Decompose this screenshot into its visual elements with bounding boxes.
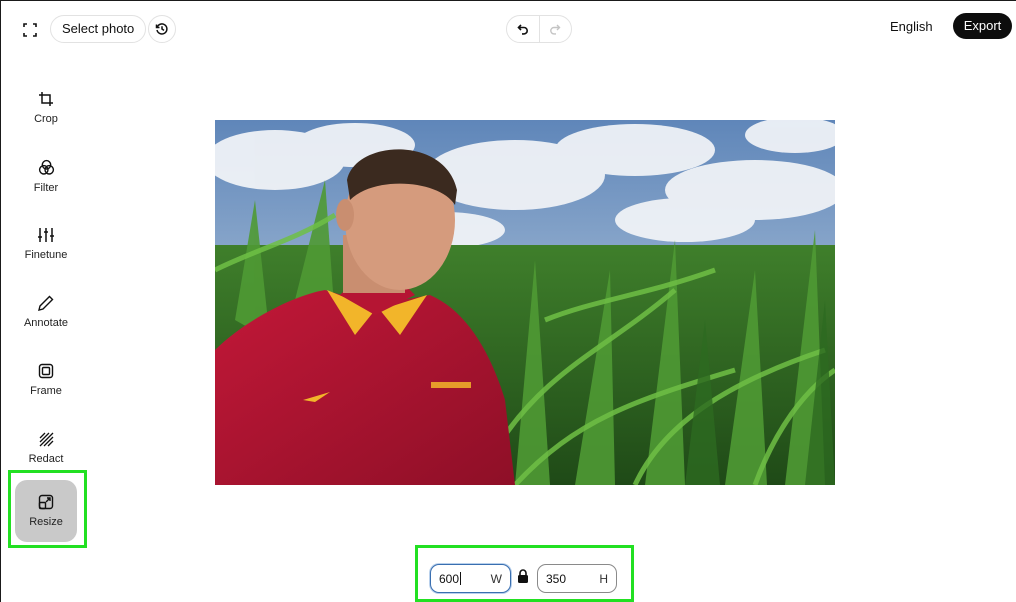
finetune-icon	[38, 227, 54, 243]
redo-button[interactable]	[538, 16, 571, 42]
pencil-icon	[38, 295, 54, 311]
tool-resize-label: Resize	[29, 516, 63, 528]
tool-annotate[interactable]: Annotate	[15, 281, 77, 343]
top-toolbar: Select photo English Export	[0, 0, 1016, 56]
export-button[interactable]: Export	[953, 13, 1012, 39]
tool-finetune[interactable]: Finetune	[15, 213, 77, 275]
frame-icon	[38, 363, 54, 379]
select-photo-button[interactable]: Select photo	[50, 15, 147, 43]
tool-filter[interactable]: Filter	[15, 145, 77, 207]
redo-icon	[549, 23, 561, 35]
width-value: 600	[439, 571, 460, 586]
undo-icon	[517, 23, 529, 35]
redact-icon	[39, 432, 54, 447]
tool-redact[interactable]: Redact	[15, 417, 77, 479]
tool-frame[interactable]: Frame	[15, 349, 77, 411]
fullscreen-icon[interactable]	[16, 16, 44, 44]
resize-icon	[38, 494, 54, 510]
language-selector[interactable]: English	[890, 16, 933, 38]
text-caret	[460, 571, 462, 585]
tool-finetune-label: Finetune	[24, 249, 68, 261]
undo-button[interactable]	[507, 16, 539, 42]
tool-annotate-label: Annotate	[23, 317, 69, 329]
width-unit-label: W	[490, 571, 502, 586]
aspect-lock-icon[interactable]	[517, 569, 529, 583]
height-value: 350	[546, 571, 567, 586]
tool-redact-label: Redact	[28, 452, 64, 465]
height-input[interactable]: 350 H	[537, 564, 617, 593]
width-input[interactable]: 600 W	[430, 564, 511, 593]
tool-filter-label: Filter	[33, 181, 59, 194]
undo-redo-group	[506, 15, 572, 43]
tool-crop[interactable]: Crop	[15, 77, 77, 139]
height-unit-label: H	[599, 571, 608, 586]
crop-icon	[38, 91, 54, 107]
edited-photo	[215, 120, 835, 485]
tool-crop-label: Crop	[34, 113, 58, 125]
filter-icon	[38, 159, 55, 176]
tool-resize[interactable]: Resize	[15, 480, 77, 542]
history-icon	[155, 22, 169, 36]
tool-frame-label: Frame	[30, 385, 62, 397]
history-button[interactable]	[148, 15, 176, 43]
